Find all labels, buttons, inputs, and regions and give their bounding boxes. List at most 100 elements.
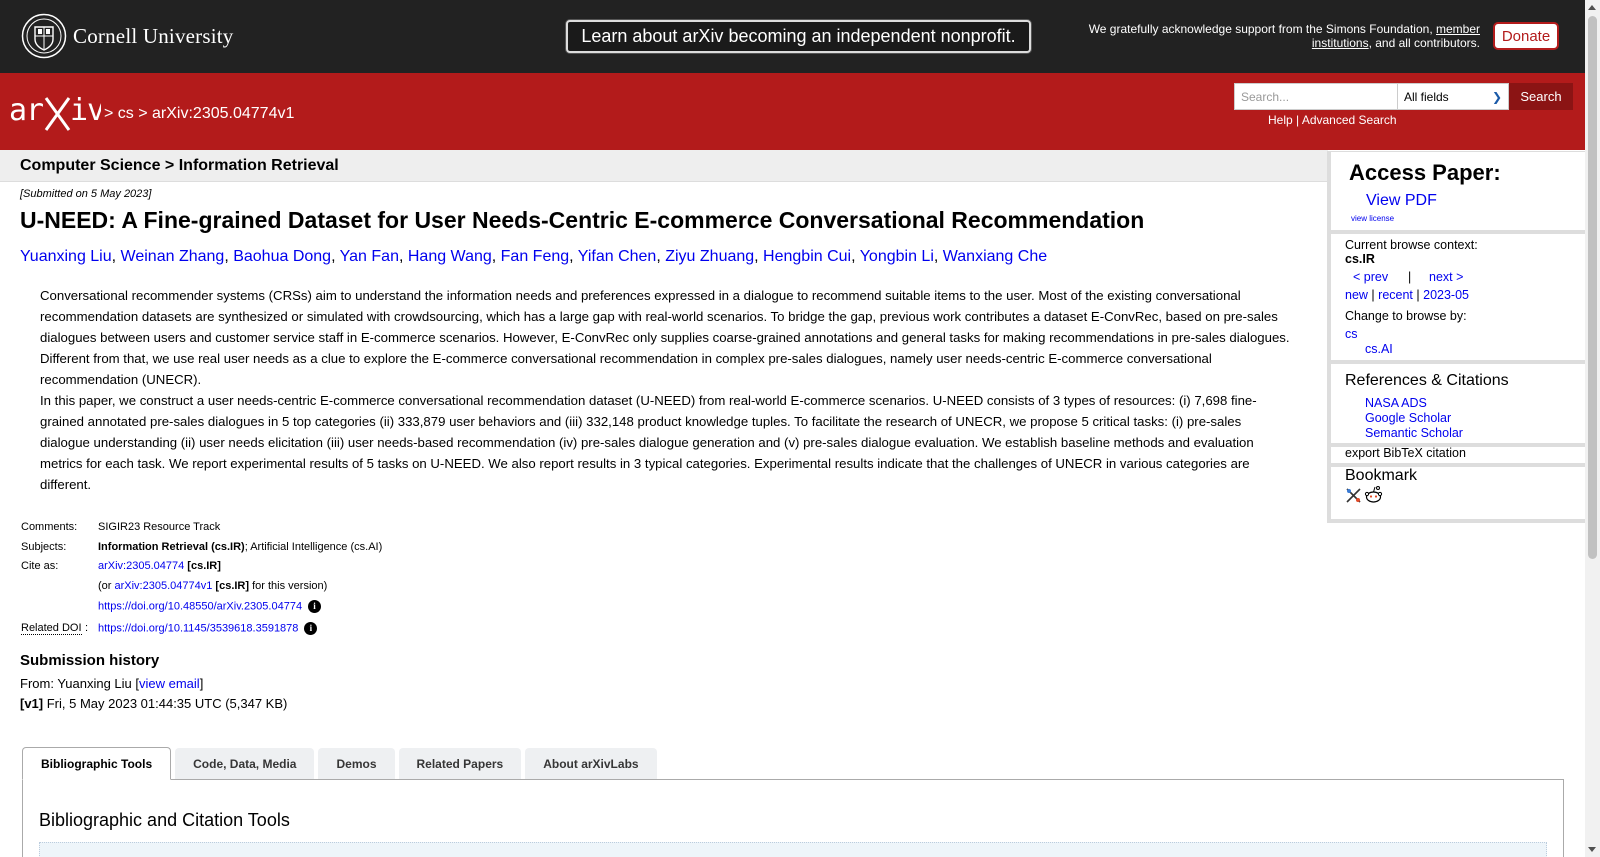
page-scrollbar[interactable] xyxy=(1585,0,1600,857)
bibsonomy-icon[interactable] xyxy=(1345,487,1362,504)
cite-version-value: (or arXiv:2305.04774v1 [cs.IR] for this … xyxy=(98,580,327,592)
from-prefix: From: Yuanxing Liu [ xyxy=(20,676,139,691)
breadcrumb-cs-link[interactable]: cs xyxy=(118,105,134,122)
abstract-paragraph: In this paper, we construct a user needs… xyxy=(40,393,1257,492)
tab-panel: Bibliographic and Citation Tools xyxy=(22,779,1564,857)
related-doi-colon: : xyxy=(85,622,89,634)
google-scholar-link[interactable]: Google Scholar xyxy=(1365,411,1451,425)
arxiv-header: ar iv > cs > arXiv:2305.04774v1 Search..… xyxy=(0,73,1600,150)
author-separator: , xyxy=(851,248,860,265)
tab-bibliographic-tools[interactable]: Bibliographic Tools xyxy=(22,747,172,780)
cornell-university-name: Cornell University xyxy=(73,23,234,48)
info-icon[interactable]: i xyxy=(304,622,318,635)
author-separator: , xyxy=(398,248,408,265)
author-separator: , xyxy=(224,248,234,265)
abstract: Conversational recommender systems (CRSs… xyxy=(40,285,1290,495)
author-link[interactable]: Yifan Chen xyxy=(578,248,657,265)
search-button[interactable]: Search xyxy=(1509,83,1573,110)
view-email-link[interactable]: view email xyxy=(139,676,200,691)
link-separator: | xyxy=(1292,113,1302,127)
scrollbar-thumb[interactable] xyxy=(1588,16,1597,559)
recent-link[interactable]: recent xyxy=(1378,288,1413,302)
scroll-up-arrow-icon[interactable] xyxy=(1588,5,1596,10)
tab-related-papers[interactable]: Related Papers xyxy=(398,748,522,779)
tab-about-arxivlabs[interactable]: About arXivLabs xyxy=(525,748,657,779)
nonprofit-announcement-button[interactable]: Learn about arXiv becoming an independen… xyxy=(566,20,1031,53)
prev-link[interactable]: < prev xyxy=(1353,270,1388,284)
pipe: | xyxy=(1416,288,1420,302)
author-link[interactable]: Weinan Zhang xyxy=(121,248,225,265)
author-link[interactable]: Wanxiang Che xyxy=(943,248,1047,265)
author-separator: , xyxy=(656,248,666,265)
cornell-logo-link[interactable]: Cornell University xyxy=(21,13,234,59)
breadcrumb-separator: > xyxy=(104,105,118,122)
cite-as-label: Cite as: xyxy=(21,560,59,572)
browse-context-value: cs.IR xyxy=(1345,252,1375,266)
author-link[interactable]: Yongbin Li xyxy=(860,248,934,265)
author-link[interactable]: Hang Wang xyxy=(408,248,492,265)
arxiv-logo-icon[interactable]: ar iv xyxy=(9,92,101,132)
month-link[interactable]: 2023-05 xyxy=(1423,288,1469,302)
tab-demos[interactable]: Demos xyxy=(318,748,395,779)
author-link[interactable]: Yan Fan xyxy=(340,248,399,265)
cite-or-text: (or xyxy=(98,580,115,592)
nasa-ads-link[interactable]: NASA ADS xyxy=(1365,396,1427,410)
cite-as-value: arXiv:2305.04774 [cs.IR] xyxy=(98,560,221,572)
paper-title: U-NEED: A Fine-grained Dataset for User … xyxy=(20,207,1145,233)
help-link[interactable]: Help xyxy=(1268,113,1293,127)
author-link[interactable]: Yuanxing Liu xyxy=(20,248,112,265)
view-pdf-link[interactable]: View PDF xyxy=(1366,192,1437,210)
subjects-value: Information Retrieval (cs.IR); Artificia… xyxy=(98,541,382,553)
comments-value: SIGIR23 Resource Track xyxy=(98,521,221,533)
breadcrumb-paper-id: arXiv:2305.04774v1 xyxy=(152,105,295,122)
cite-tag: [cs.IR] xyxy=(184,560,221,572)
advanced-search-link[interactable]: Advanced Search xyxy=(1302,113,1397,127)
donate-button[interactable]: Donate xyxy=(1493,22,1559,50)
author-link[interactable]: Fan Feng xyxy=(501,248,569,265)
arxiv-doi-link[interactable]: https://doi.org/10.48550/arXiv.2305.0477… xyxy=(98,600,302,612)
export-bibtex-link[interactable]: export BibTeX citation xyxy=(1345,446,1466,460)
author-link[interactable]: Ziyu Zhuang xyxy=(665,248,754,265)
cite-version-tag: [cs.IR] xyxy=(212,580,250,592)
ack-text-2: , and all contributors. xyxy=(1368,36,1480,50)
search-field-value: All fields xyxy=(1404,89,1449,104)
next-link[interactable]: next > xyxy=(1429,270,1463,284)
abstract-paragraph: Conversational recommender systems (CRSs… xyxy=(40,288,1290,387)
submission-dateline: [Submitted on 5 May 2023] xyxy=(20,188,152,200)
submission-from: From: Yuanxing Liu [view email] xyxy=(20,676,203,691)
author-link[interactable]: Baohua Dong xyxy=(233,248,331,265)
reddit-icon[interactable] xyxy=(1364,485,1383,504)
tools-toggle-box xyxy=(39,842,1547,857)
author-separator: , xyxy=(933,248,943,265)
access-paper-title: Access Paper: xyxy=(1349,160,1501,185)
secondary-subjects: ; Artificial Intelligence (cs.AI) xyxy=(244,541,383,553)
header-links: Help | Advanced Search xyxy=(1268,113,1397,127)
view-license-link[interactable]: view license xyxy=(1351,214,1394,223)
comments-label: Comments: xyxy=(21,521,78,533)
info-icon[interactable]: i xyxy=(308,600,322,613)
author-link[interactable]: Hengbin Cui xyxy=(763,248,851,265)
pipe: | xyxy=(1371,288,1375,302)
semantic-scholar-link[interactable]: Semantic Scholar xyxy=(1365,426,1463,440)
submission-history-title: Submission history xyxy=(20,652,160,669)
doi-value: https://doi.org/10.48550/arXiv.2305.0477… xyxy=(98,600,322,613)
browse-cs-link[interactable]: cs xyxy=(1345,327,1358,341)
cite-id-link[interactable]: arXiv:2305.04774 xyxy=(98,560,184,572)
search-input[interactable]: Search... xyxy=(1234,83,1398,110)
references-title: References & Citations xyxy=(1345,372,1509,389)
cite-version-link[interactable]: arXiv:2305.04774v1 xyxy=(115,580,213,592)
tab-code-data-media[interactable]: Code, Data, Media xyxy=(175,748,315,779)
primary-subject: Information Retrieval (cs.IR) xyxy=(98,541,245,553)
scroll-down-arrow-icon[interactable] xyxy=(1588,847,1596,852)
author-separator: , xyxy=(111,248,121,265)
author-separator: , xyxy=(491,248,501,265)
divider xyxy=(1331,230,1585,234)
browse-csai-link[interactable]: cs.AI xyxy=(1365,342,1393,356)
subject-header-bar: Computer Science > Information Retrieval xyxy=(0,150,1328,182)
search-field-select[interactable]: All fields ❯ xyxy=(1397,83,1509,110)
version-v1: [v1] Fri, 5 May 2023 01:44:35 UTC (5,347… xyxy=(20,696,287,711)
browse-links: new | recent | 2023-05 xyxy=(1345,288,1469,302)
new-link[interactable]: new xyxy=(1345,288,1368,302)
sidebar: Access Paper: View PDF view license Curr… xyxy=(1327,151,1585,523)
related-doi-link[interactable]: https://doi.org/10.1145/3539618.3591878 xyxy=(98,622,298,634)
